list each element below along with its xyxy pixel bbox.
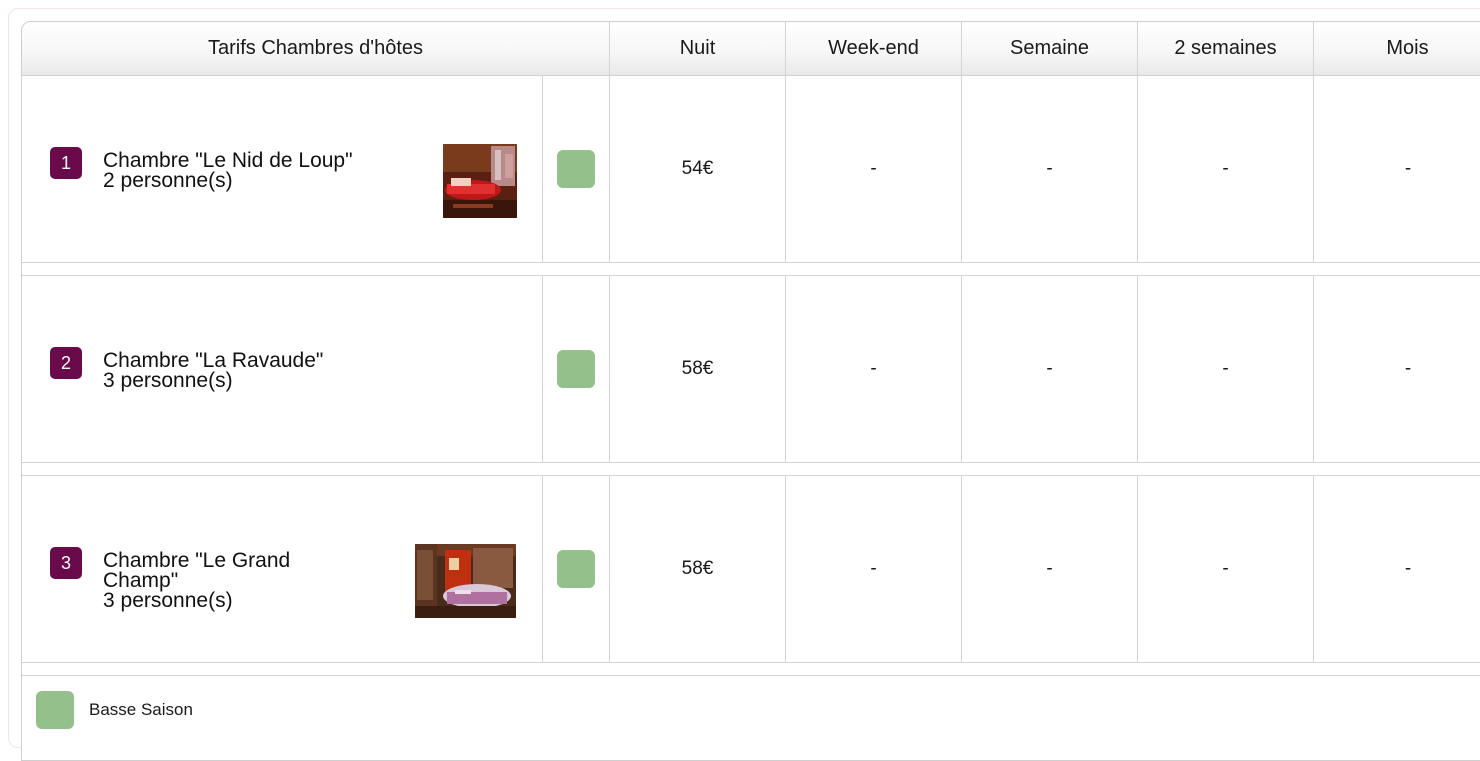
table-row: 2 Chambre "La Ravaude" 3 personne(s) 58€… [22, 276, 1480, 463]
season-swatch [557, 150, 595, 188]
room-name[interactable]: Chambre "Le Grand Champ" [103, 550, 343, 591]
header-col-semaine: Semaine [962, 22, 1138, 75]
room-capacity: 3 personne(s) [103, 369, 233, 392]
room-number-badge: 3 [50, 547, 82, 579]
price-weekend: - [786, 276, 962, 462]
tariff-table: Tarifs Chambres d'hôtes Nuit Week-end Se… [21, 21, 1480, 761]
row-separator [22, 463, 1480, 476]
price-nuit: 54€ [610, 76, 786, 262]
header-title: Tarifs Chambres d'hôtes [22, 22, 610, 75]
header-col-weekend: Week-end [786, 22, 962, 75]
row-separator [22, 263, 1480, 276]
price-mois: - [1404, 558, 1412, 579]
season-cell [543, 76, 610, 262]
room-capacity: 3 personne(s) [103, 589, 233, 612]
price-semaine: - [962, 476, 1138, 662]
table-header: Tarifs Chambres d'hôtes Nuit Week-end Se… [22, 22, 1480, 76]
table-row: 3 Chambre "Le Grand Champ" 3 personne(s) [22, 476, 1480, 663]
header-col-2-semaines: 2 semaines [1138, 22, 1314, 75]
price-nuit: 58€ [610, 276, 786, 462]
room-info[interactable]: Chambre "Le Grand Champ" 3 personne(s) [103, 550, 343, 612]
header-col-nuit: Nuit [610, 22, 786, 75]
season-swatch [557, 350, 595, 388]
price-nuit: 58€ [610, 476, 786, 662]
room-cell: 2 Chambre "La Ravaude" 3 personne(s) [22, 276, 543, 462]
room-photo[interactable] [443, 144, 517, 218]
price-semaine: - [962, 76, 1138, 262]
header-col-mois: Mois [1314, 22, 1480, 75]
room-number-badge: 2 [50, 347, 82, 379]
price-semaine: - [962, 276, 1138, 462]
legend-swatch [36, 691, 74, 729]
price-weekend: - [786, 76, 962, 262]
room-name[interactable]: Chambre "La Ravaude" [103, 350, 323, 371]
price-2-semaines: - [1138, 476, 1314, 662]
price-weekend: - [786, 476, 962, 662]
season-legend: Basse Saison [22, 676, 1480, 736]
season-cell [543, 476, 610, 662]
room-name[interactable]: Chambre "Le Nid de Loup" [103, 150, 353, 171]
room-photo[interactable] [415, 544, 516, 618]
season-cell [543, 276, 610, 462]
room-capacity: 2 personne(s) [103, 169, 233, 192]
table-row: 1 Chambre "Le Nid de Loup" 2 personne(s) [22, 76, 1480, 263]
season-swatch [557, 550, 595, 588]
room-number-badge: 1 [50, 147, 82, 179]
row-separator [22, 663, 1480, 676]
legend-label: Basse Saison [89, 700, 193, 719]
price-2-semaines: - [1138, 276, 1314, 462]
room-info[interactable]: Chambre "La Ravaude" 3 personne(s) [103, 350, 323, 392]
price-mois: - [1404, 358, 1412, 379]
room-info[interactable]: Chambre "Le Nid de Loup" 2 personne(s) [103, 150, 353, 192]
room-cell: 1 Chambre "Le Nid de Loup" 2 personne(s) [22, 76, 543, 262]
price-mois: - [1404, 158, 1412, 179]
room-cell: 3 Chambre "Le Grand Champ" 3 personne(s) [22, 476, 543, 662]
price-2-semaines: - [1138, 76, 1314, 262]
